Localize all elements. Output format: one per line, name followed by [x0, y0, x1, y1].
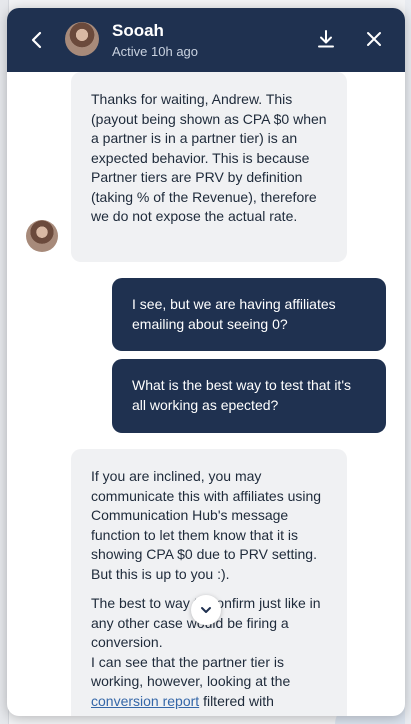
conversion-report-link[interactable]: conversion report — [91, 693, 199, 709]
chat-window: Sooah Active 10h ago Thanks for waiting,… — [7, 8, 405, 716]
agent-status: Active 10h ago — [112, 44, 199, 59]
background-page-right — [405, 0, 411, 724]
message-text-part: I can see that the partner tier is worki… — [91, 653, 291, 690]
chevron-down-icon — [201, 607, 211, 613]
close-button[interactable] — [363, 28, 385, 50]
agent-name: Sooah — [112, 21, 164, 40]
back-button[interactable] — [25, 28, 49, 52]
download-button[interactable] — [315, 28, 337, 50]
message-list[interactable]: Thanks for waiting, Andrew. This (payout… — [7, 72, 405, 716]
message-text: I see, but we are having affiliates emai… — [132, 296, 336, 332]
chevron-left-icon — [31, 31, 42, 49]
message-text: If you are inclined, you may communicate… — [91, 468, 322, 582]
download-icon — [318, 30, 334, 48]
incoming-message: If you are inclined, you may communicate… — [71, 449, 347, 716]
agent-avatar — [65, 22, 99, 56]
outgoing-message: I see, but we are having affiliates emai… — [112, 278, 386, 351]
message-text: I can see that the partner tier is worki… — [91, 653, 327, 712]
message-text: Thanks for waiting, Andrew. This (payout… — [91, 91, 327, 224]
scroll-down-button[interactable] — [191, 595, 221, 625]
message-text: What is the best way to test that it's a… — [132, 377, 351, 413]
outgoing-message: What is the best way to test that it's a… — [112, 359, 386, 433]
agent-avatar-small — [26, 220, 58, 252]
incoming-message: Thanks for waiting, Andrew. This (payout… — [71, 72, 347, 262]
chat-header: Sooah Active 10h ago — [7, 8, 405, 72]
message-text-part: filtered with — [203, 692, 274, 709]
close-icon — [367, 32, 381, 46]
